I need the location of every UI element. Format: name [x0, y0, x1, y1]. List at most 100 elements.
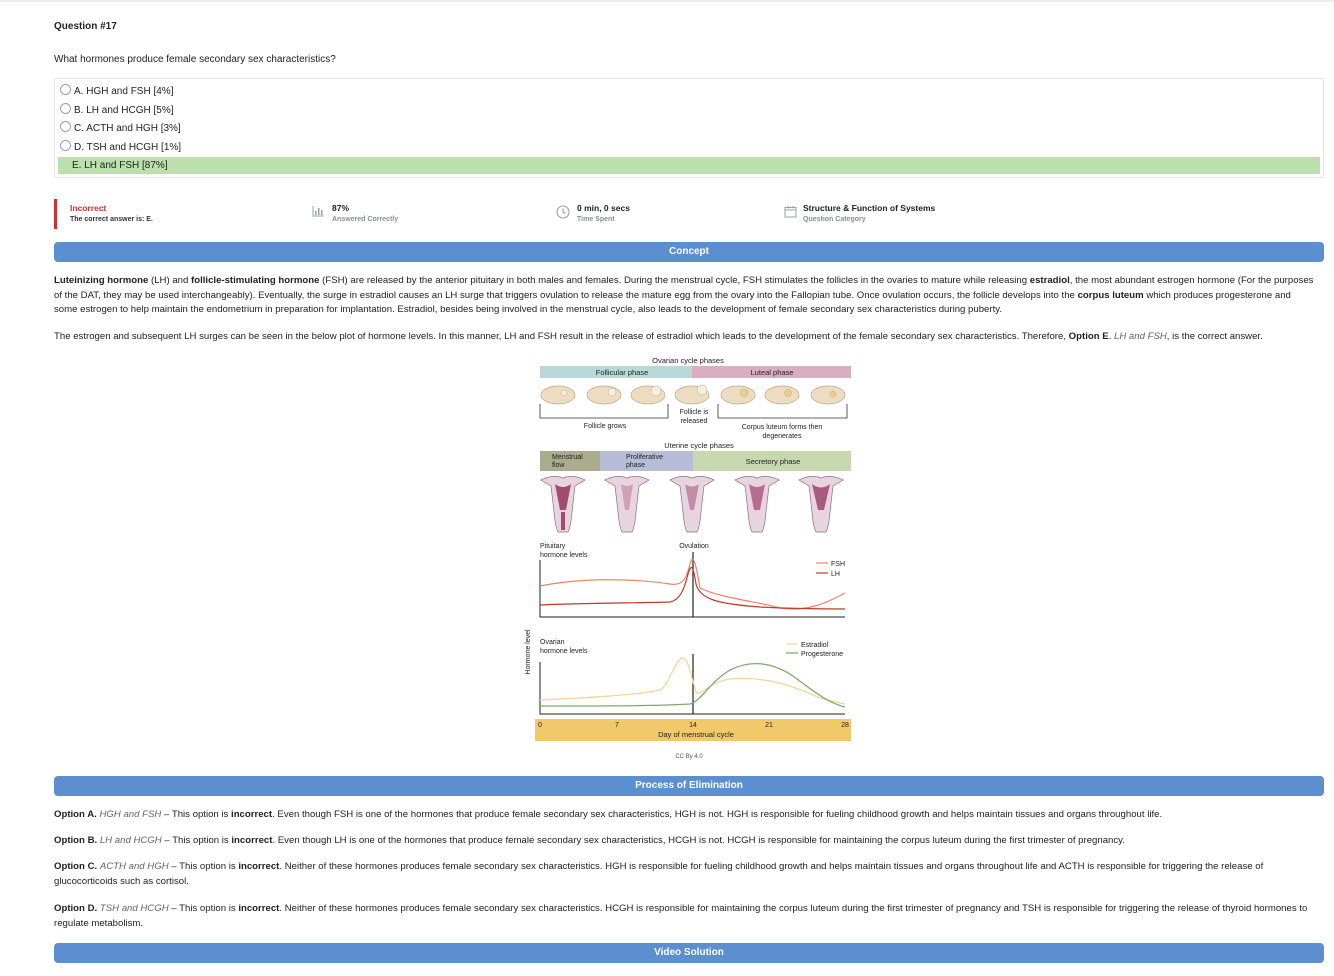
radio-icon[interactable]	[60, 102, 71, 114]
pituitary-label-2: hormone levels	[540, 552, 588, 559]
tick-14: 14	[689, 722, 697, 729]
tick-7: 7	[615, 722, 619, 729]
term-fsh: follicle-stimulating hormone	[191, 275, 320, 286]
percent-correct: 87% Answered Correctly	[332, 203, 398, 223]
text: The estrogen and subsequent LH surges ca…	[54, 331, 1069, 342]
question-text: What hormones produce female secondary s…	[54, 54, 336, 65]
status-text: Incorrect	[70, 203, 107, 213]
lh-legend-label: LH	[831, 571, 840, 578]
question-number: Question #17	[54, 21, 117, 32]
option-ref: Option D.	[54, 903, 98, 914]
image-credit: CC By 4.0	[675, 754, 703, 760]
radio-icon[interactable]	[60, 121, 71, 132]
corpus-luteum-label-1: Corpus luteum forms then	[742, 424, 823, 431]
option-label: B. LH and HCGH [5%]	[74, 104, 174, 116]
answer-ref: LH and FSH	[1113, 331, 1167, 342]
option-e-correct[interactable]: E. LH and FSH [87%]	[58, 157, 1320, 174]
secretory-label: Secretory phase	[746, 457, 801, 466]
result-status: Incorrect The correct answer is: E.	[70, 203, 153, 223]
term-estradiol: estradiol	[1029, 275, 1070, 286]
verdict: incorrect	[238, 903, 280, 914]
option-d[interactable]: D. TSH and HCGH [1%]	[58, 139, 1320, 156]
option-label: E. LH and FSH [87%]	[72, 160, 168, 171]
time-label: Time Spent	[577, 216, 615, 223]
incorrect-indicator-bar	[54, 199, 57, 229]
text: – This option is	[161, 835, 232, 846]
tick-28: 28	[841, 722, 849, 729]
result-summary: Incorrect The correct answer is: E. 87% …	[54, 199, 1322, 229]
option-label: D. TSH and HCGH [1%]	[74, 141, 182, 153]
text: – This option is	[161, 809, 232, 820]
answer-options: A. HGH and FSH [4%] B. LH and HCGH [5%] …	[54, 78, 1324, 178]
option-b[interactable]: B. LH and HCGH [5%]	[58, 102, 1320, 119]
uterine-phases-title: Uterine cycle phases	[664, 441, 734, 450]
answer-ref: LH and HCGH	[99, 835, 162, 846]
corpus-luteum-bracket	[717, 404, 848, 419]
elimination-option-a: Option A. HGH and FSH – This option is i…	[54, 808, 1316, 823]
elimination-option-c: Option C. ACTH and HGH – This option is …	[54, 860, 1316, 889]
luteal-label: Luteal phase	[751, 368, 794, 377]
question-category: Structure & Function of Systems Question…	[803, 203, 935, 223]
y-axis-label: Hormone level	[525, 629, 532, 675]
option-ref: Option A.	[54, 809, 97, 820]
text: . Even though LH is one of the hormones …	[272, 835, 1125, 846]
video-solution-header[interactable]: Video Solution	[54, 943, 1324, 963]
follicle-released-label-2: released	[681, 418, 708, 425]
menstrual-cycle-figure: Ovarian cycle phases Follicular phase Lu…	[525, 356, 851, 741]
follicle-released-label-1: Follicle is	[680, 409, 709, 416]
estradiol-legend-label: Estradiol	[801, 642, 829, 649]
option-label: C. ACTH and HGH [3%]	[74, 123, 181, 134]
term-corpus-luteum: corpus luteum	[1077, 289, 1144, 301]
option-ref: Option E	[1068, 331, 1109, 342]
radio-icon[interactable]	[60, 139, 71, 151]
option-ref: Option B.	[54, 835, 98, 846]
follicular-label: Follicular phase	[596, 368, 649, 377]
fsh-legend-label: FSH	[831, 561, 845, 568]
verdict: incorrect	[231, 835, 273, 846]
concept-paragraph-1: Luteinizing hormone (LH) and follicle-st…	[54, 274, 1316, 318]
corpus-luteum-label-2: degenerates	[763, 433, 802, 440]
follicle-grows-bracket	[539, 404, 669, 419]
concept-paragraph-2: The estrogen and subsequent LH surges ca…	[54, 330, 1316, 345]
time-spent: 0 min, 0 secs Time Spent	[577, 203, 630, 223]
proliferative-label-1: Proliferative	[626, 454, 663, 461]
text: , is the correct answer.	[1166, 331, 1263, 342]
correct-answer-text: The correct answer is: E.	[70, 216, 153, 223]
answer-ref: ACTH and HGH	[99, 861, 169, 872]
text: (LH) and	[148, 275, 192, 286]
x-axis-label: Day of menstrual cycle	[658, 730, 734, 739]
percent-value: 87%	[332, 203, 350, 213]
elimination-option-b: Option B. LH and HCGH – This option is i…	[54, 834, 1316, 849]
text: – This option is	[168, 903, 239, 914]
verdict: incorrect	[231, 809, 273, 820]
answer-ref: HGH and FSH	[99, 809, 162, 820]
option-a[interactable]: A. HGH and FSH [4%]	[58, 83, 1320, 100]
top-border	[0, 0, 1334, 2]
menstrual-label-1: Menstrual	[552, 454, 583, 461]
tick-21: 21	[765, 722, 773, 729]
uterus-illustrations	[540, 476, 844, 533]
term-lh: Luteinizing hormone	[54, 275, 149, 286]
ovarian-phases-title: Ovarian cycle phases	[652, 356, 724, 365]
category-label: Question Category	[803, 216, 866, 223]
calendar-icon	[784, 206, 797, 218]
proliferative-label-2: phase	[626, 462, 645, 469]
ovarian-label-1: Ovarian	[540, 639, 565, 646]
option-ref: Option C.	[54, 861, 98, 872]
follicle-grows-label: Follicle grows	[584, 423, 627, 430]
text: – This option is	[168, 861, 239, 872]
text: (FSH) are released by the anterior pitui…	[319, 275, 1030, 286]
percent-label: Answered Correctly	[332, 216, 399, 223]
concept-header: Concept	[54, 242, 1324, 262]
text: . Even though FSH is one of the hormones…	[272, 809, 1163, 820]
option-c[interactable]: C. ACTH and HGH [3%]	[58, 120, 1320, 137]
clock-icon	[556, 205, 570, 219]
pituitary-label-1: Pituitary	[540, 543, 566, 550]
ovary-illustrations	[540, 385, 846, 405]
ovulation-label: Ovulation	[679, 543, 709, 550]
elimination-header: Process of Elimination	[54, 776, 1324, 796]
bar-chart-icon	[312, 206, 324, 217]
radio-icon[interactable]	[60, 84, 71, 95]
option-label: A. HGH and FSH [4%]	[74, 86, 174, 97]
category-value: Structure & Function of Systems	[803, 203, 936, 213]
